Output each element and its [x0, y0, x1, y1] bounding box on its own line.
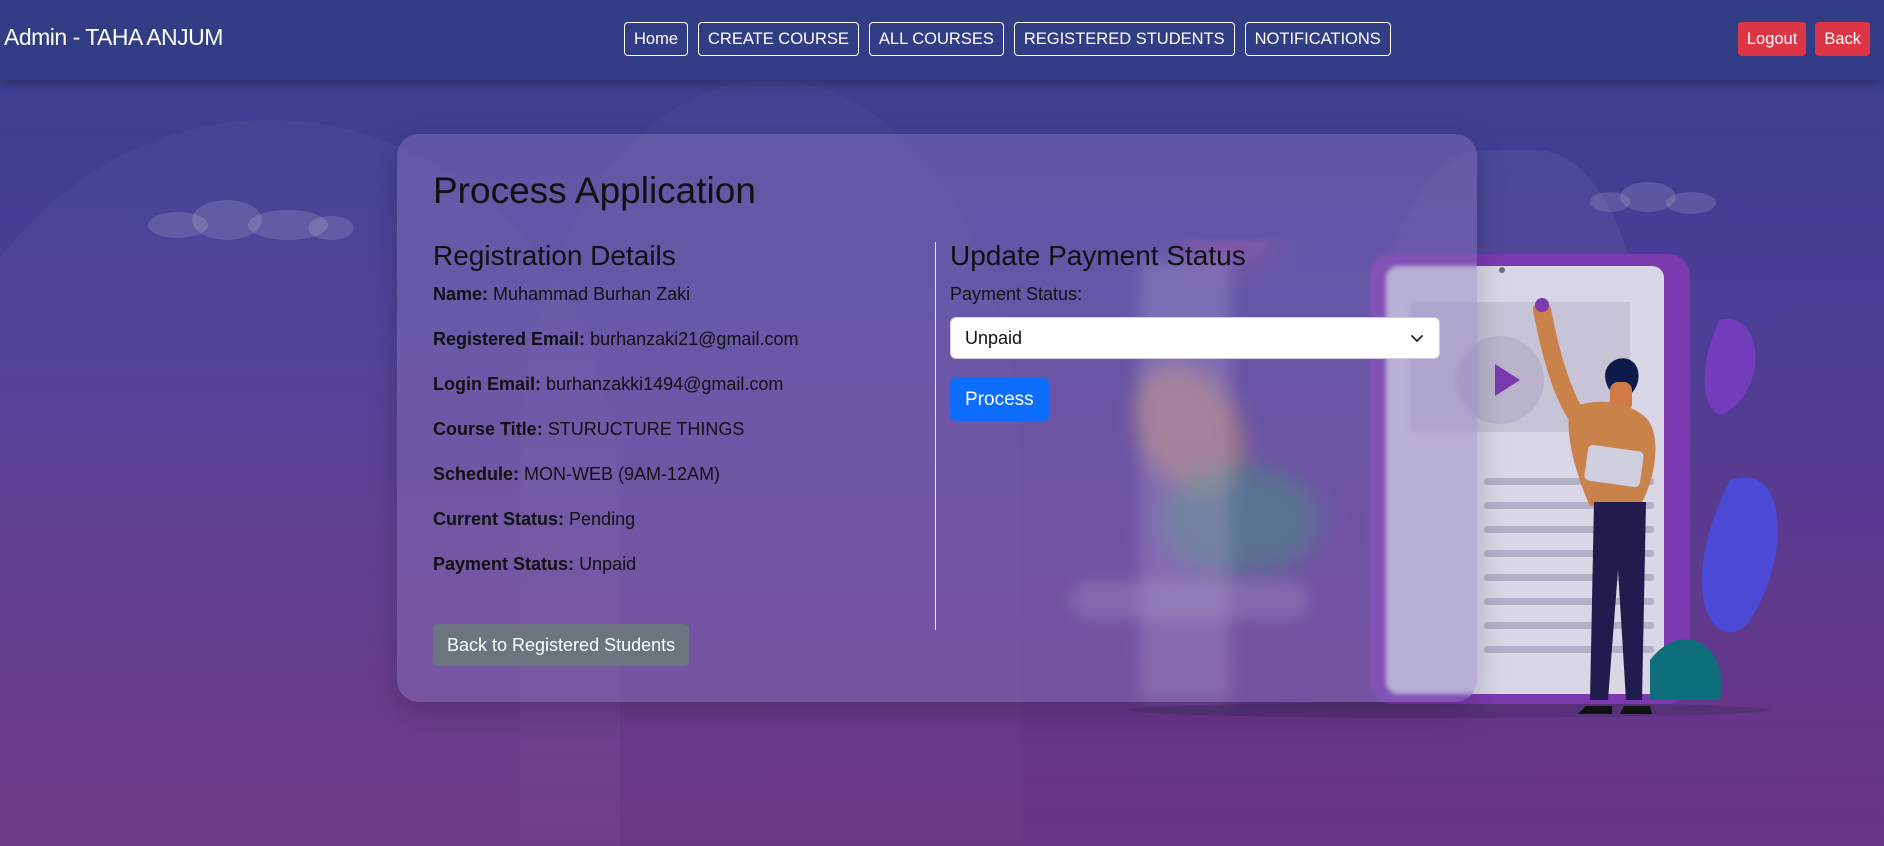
detail-login-email: Login Email: burhanzakki1494@gmail.com [433, 374, 913, 395]
detail-label: Schedule: [433, 464, 520, 484]
nav-create-course-button[interactable]: CREATE COURSE [698, 22, 859, 56]
detail-payment-status: Payment Status: Unpaid [433, 554, 913, 575]
detail-label: Name: [433, 284, 489, 304]
detail-value: STURUCTURE THINGS [547, 419, 745, 439]
nav-notifications-button[interactable]: NOTIFICATIONS [1244, 22, 1391, 56]
page-title: Process Application [433, 170, 756, 211]
payment-status-value: Unpaid [965, 327, 1023, 348]
back-to-registered-students-button[interactable]: Back to Registered Students [433, 624, 690, 666]
detail-value: Pending [569, 509, 636, 529]
detail-registered-email: Registered Email: burhanzaki21@gmail.com [433, 329, 913, 350]
nav-registered-students-button[interactable]: REGISTERED STUDENTS [1013, 22, 1235, 56]
detail-course-title: Course Title: STURUCTURE THINGS [433, 419, 913, 440]
detail-value: Unpaid [579, 554, 637, 574]
detail-value: burhanzaki21@gmail.com [590, 329, 799, 349]
nav-home-button[interactable]: Home [624, 22, 689, 56]
detail-label: Course Title: [433, 419, 543, 439]
detail-value: MON-WEB (9AM-12AM) [524, 464, 721, 484]
detail-label: Login Email: [433, 374, 541, 394]
nav-all-courses-button[interactable]: ALL COURSES [868, 22, 1004, 56]
detail-label: Registered Email: [433, 329, 586, 349]
nav-links: Home CREATE COURSE ALL COURSES REGISTERE… [624, 22, 1391, 56]
detail-value: Muhammad Burhan Zaki [493, 284, 691, 304]
payment-heading: Update Payment Status [950, 240, 1246, 271]
chevron-down-icon [1411, 335, 1423, 342]
payment-status-label: Payment Status: [950, 284, 1083, 304]
update-payment-section: Update Payment Status Payment Status: Un… [950, 240, 1442, 421]
navbar: Admin - TAHA ANJUM Home CREATE COURSE AL… [0, 0, 1884, 80]
logout-button[interactable]: Logout [1737, 22, 1807, 56]
detail-name: Name: Muhammad Burhan Zaki [433, 284, 913, 305]
detail-schedule: Schedule: MON-WEB (9AM-12AM) [433, 464, 913, 485]
back-button[interactable]: Back [1815, 22, 1870, 56]
registration-heading: Registration Details [433, 240, 676, 271]
detail-label: Payment Status: [433, 554, 575, 574]
detail-current-status: Current Status: Pending [433, 509, 913, 530]
detail-value: burhanzakki1494@gmail.com [546, 374, 784, 394]
registration-details: Registration Details Name: Muhammad Burh… [433, 240, 913, 599]
detail-label: Current Status: [433, 509, 565, 529]
column-divider [935, 242, 936, 630]
nav-actions: Logout Back [1737, 22, 1870, 56]
brand-title: Admin - TAHA ANJUM [4, 24, 223, 50]
payment-status-select[interactable]: Unpaid [950, 317, 1440, 359]
process-button[interactable]: Process [950, 378, 1049, 421]
process-application-card: Process Application Registration Details… [397, 134, 1477, 702]
